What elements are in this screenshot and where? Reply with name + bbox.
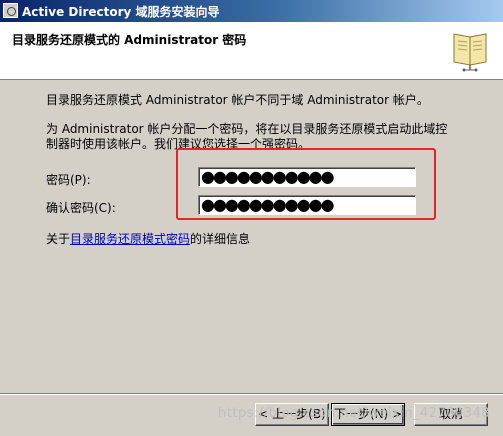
wizard-window: Active Directory 域服务安装向导 目录服务还原模式的 Admin… xyxy=(0,0,503,436)
back-button[interactable]: < 上一步(B) xyxy=(255,403,329,426)
restore-mode-password-link[interactable]: 目录服务还原模式密码 xyxy=(70,232,190,246)
window-title: Active Directory 域服务安装向导 xyxy=(22,5,220,19)
window-icon xyxy=(3,3,18,18)
confirm-password-label: 确认密码(C): xyxy=(46,201,116,215)
more-info-prefix: 关于 xyxy=(46,232,71,246)
more-info-suffix: 的详细信息 xyxy=(190,232,251,246)
instruction-line-1: 为 Administrator 帐户分配一个密码，将在以目录服务还原模式启动此域… xyxy=(46,122,448,136)
button-separator xyxy=(0,393,503,395)
description-line: 目录服务还原模式 Administrator 帐户不同于域 Administra… xyxy=(46,93,429,107)
cancel-button[interactable]: 取消 xyxy=(414,403,488,426)
title-bar[interactable]: Active Directory 域服务安装向导 xyxy=(0,0,503,22)
highlight-annotation xyxy=(176,148,436,220)
book-icon xyxy=(453,33,487,72)
wizard-header: 目录服务还原模式的 Administrator 密码 xyxy=(0,22,503,80)
next-button[interactable]: 下一步(N) > xyxy=(331,403,405,426)
password-label: 密码(P): xyxy=(46,173,91,187)
more-info-line: 关于目录服务还原模式密码的详细信息 xyxy=(46,230,250,247)
page-title: 目录服务还原模式的 Administrator 密码 xyxy=(12,33,247,47)
